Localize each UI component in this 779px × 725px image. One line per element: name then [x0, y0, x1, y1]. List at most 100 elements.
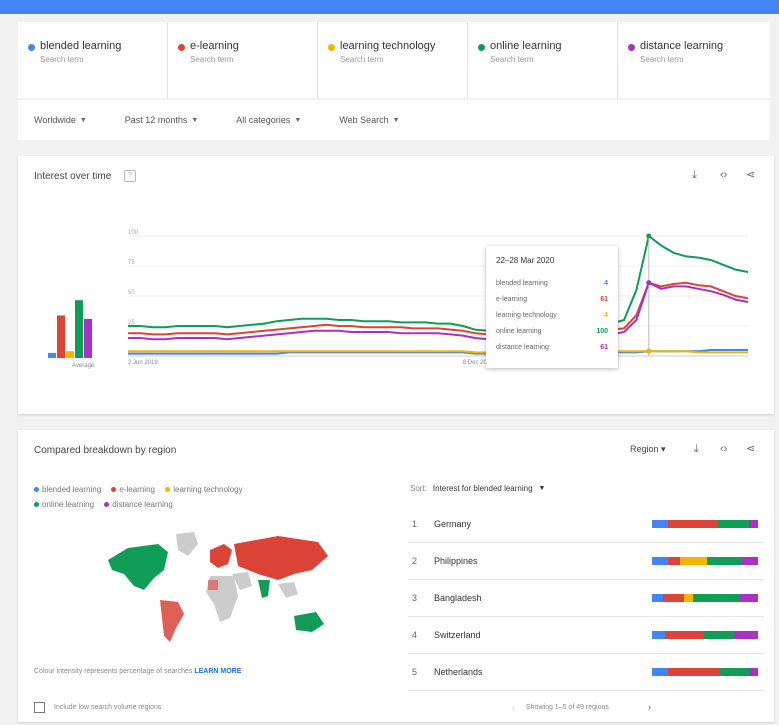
- region-share-bar: [652, 668, 758, 676]
- region-share-bar: [652, 594, 758, 602]
- dropdown-caret-icon: ▼: [191, 116, 199, 124]
- average-bars: [48, 300, 92, 358]
- legend-label: learning technology: [173, 485, 243, 494]
- tooltip-row: distance learning 61: [496, 339, 608, 355]
- share-segment: [652, 631, 666, 639]
- share-icon[interactable]: ⋖: [746, 442, 755, 455]
- term-blended-learning[interactable]: blended learning Search term: [18, 22, 168, 98]
- legend-item: online learning: [34, 497, 94, 512]
- filter-bar: Worldwide ▼ Past 12 months ▼ All categorie…: [18, 100, 770, 140]
- map-region-greenland: [176, 532, 198, 556]
- tooltip-row-value: 61: [600, 295, 608, 303]
- region-select[interactable]: Region ▾: [630, 444, 666, 455]
- map-region-southeast-asia: [278, 582, 298, 598]
- term-type: Search term: [490, 55, 534, 64]
- region-row[interactable]: 4 Switzerland: [408, 617, 764, 654]
- map-region-australia: [294, 612, 324, 632]
- average-bar-blended-learning: [48, 352, 56, 358]
- region-name: Switzerland: [434, 630, 481, 640]
- term-name: learning technology: [340, 40, 436, 52]
- legend-label: online learning: [42, 500, 95, 509]
- region-legend: blended learning e-learning learning tec…: [34, 482, 334, 512]
- color-dot: [28, 44, 35, 51]
- checkbox-label: Include low search volume regions: [54, 704, 162, 711]
- category-filter[interactable]: All categories ▼: [236, 115, 301, 125]
- share-segment: [652, 557, 669, 565]
- term-distance-learning[interactable]: distance learning Search term: [618, 22, 768, 98]
- region-row[interactable]: 1 Germany: [408, 506, 764, 543]
- region-footer: Include low search volume regions ‹ Show…: [34, 702, 764, 718]
- color-dot: [178, 44, 185, 51]
- sort-value: Interest for blended learning: [432, 484, 533, 493]
- sort-control[interactable]: Sort: Interest for blended learning ▼: [410, 484, 545, 493]
- region-rank: 1: [412, 519, 418, 529]
- term-type: Search term: [640, 55, 684, 64]
- region-row[interactable]: 3 Bangladesh: [408, 580, 764, 617]
- interest-chart[interactable]: Average 100755025 2 Jun 2019 8 Dec 2019: [18, 156, 774, 414]
- card-title: Compared breakdown by region: [34, 445, 177, 456]
- region-name: Germany: [434, 519, 472, 529]
- term-type: Search term: [40, 55, 84, 64]
- top-accent-bar: [0, 0, 779, 14]
- time-filter-label: Past 12 months: [124, 115, 188, 125]
- map-region-west-africa: [208, 580, 218, 590]
- learn-more-link[interactable]: LEARN MORE: [194, 668, 241, 675]
- tooltip-row-value: 61: [600, 343, 608, 351]
- share-segment: [692, 594, 740, 602]
- average-label: Average: [72, 363, 95, 369]
- share-segment: [668, 557, 680, 565]
- tooltip-row: e-learning 61: [496, 291, 608, 307]
- comparison-terms: blended learning Search term e-learning …: [18, 22, 770, 98]
- region-name: Netherlands: [434, 667, 483, 677]
- map-region-europe: [210, 544, 232, 568]
- term-name: online learning: [490, 40, 562, 52]
- y-tick-label: 75: [128, 260, 135, 266]
- legend-item: distance learning: [104, 497, 173, 512]
- legend-dot: [34, 487, 39, 493]
- next-page-icon[interactable]: ›: [648, 702, 651, 712]
- share-segment: [665, 631, 703, 639]
- chart-tooltip: 22–28 Mar 2020 blended learning 4 e-learn…: [486, 246, 618, 368]
- map-note-text: Colour intensity represents percentage o…: [34, 668, 193, 675]
- share-segment: [667, 668, 720, 676]
- region-rank: 3: [412, 593, 418, 603]
- world-map[interactable]: [98, 530, 338, 650]
- term-learning-technology[interactable]: learning technology Search term: [318, 22, 468, 98]
- legend-label: distance learning: [112, 500, 173, 509]
- term-e-learning[interactable]: e-learning Search term: [168, 22, 318, 98]
- region-name: Philippines: [434, 556, 478, 566]
- search-type-filter[interactable]: Web Search ▼: [339, 115, 399, 125]
- tooltip-date: 22–28 Mar 2020: [496, 256, 555, 265]
- region-filter[interactable]: Worldwide ▼: [34, 115, 87, 125]
- download-icon[interactable]: ⤓: [694, 443, 699, 456]
- tooltip-row-label: online learning: [496, 327, 542, 335]
- term-online-learning[interactable]: online learning Search term: [468, 22, 618, 98]
- share-segment: [679, 557, 708, 565]
- map-region-south-america: [160, 600, 184, 642]
- search-type-filter-label: Web Search: [339, 115, 389, 125]
- legend-dot: [111, 487, 117, 493]
- term-name: blended learning: [40, 40, 122, 52]
- color-dot: [628, 44, 635, 51]
- color-dot: [328, 44, 335, 51]
- legend-item: blended learning: [34, 482, 101, 497]
- region-row[interactable]: 2 Philippines: [408, 543, 764, 580]
- region-name: Bangladesh: [434, 593, 482, 603]
- series-line-distance-learning: [128, 281, 749, 341]
- region-rows: 1 Germany 2 Philippines 3 Bangladesh 4 Switz…: [408, 506, 764, 691]
- region-row[interactable]: 5 Netherlands: [408, 654, 764, 691]
- time-filter[interactable]: Past 12 months ▼: [125, 115, 198, 125]
- term-type: Search term: [340, 55, 384, 64]
- share-segment: [733, 631, 758, 639]
- chart-lines: [128, 233, 749, 356]
- share-segment: [748, 520, 758, 528]
- map-note: Colour intensity represents percentage o…: [34, 668, 241, 675]
- region-rank: 2: [412, 556, 418, 566]
- hover-point: [646, 233, 652, 239]
- tooltip-row: online learning 100: [496, 323, 608, 339]
- legend-dot: [165, 487, 171, 493]
- embed-icon[interactable]: ‹›: [720, 443, 727, 455]
- interest-over-time-card: Interest over time ? ⤓ ‹› ⋖ Average 100 7…: [18, 156, 774, 414]
- low-volume-checkbox[interactable]: [34, 702, 45, 713]
- previous-page-icon[interactable]: ‹: [512, 703, 515, 713]
